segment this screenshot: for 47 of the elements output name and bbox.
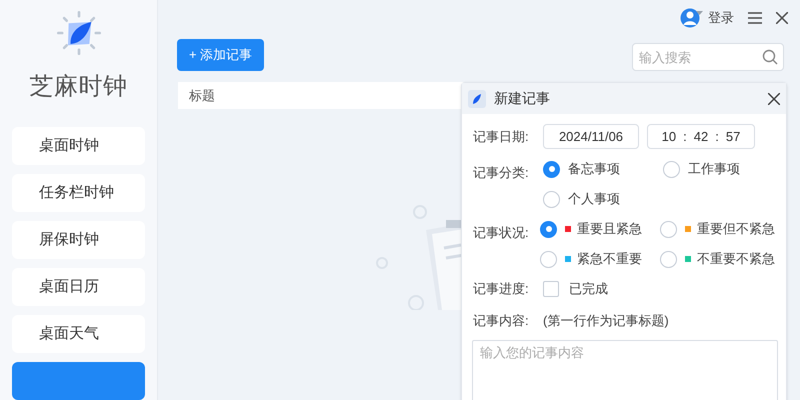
- user-avatar-icon[interactable]: [680, 8, 704, 28]
- search-icon[interactable]: [762, 49, 778, 65]
- hour-value: 10: [662, 128, 676, 146]
- checkbox-label[interactable]: 已完成: [569, 279, 608, 298]
- field-label: 记事日期:: [473, 128, 530, 146]
- field-label: 记事分类:: [473, 164, 530, 182]
- sidebar-item[interactable]: 屏保时钟: [12, 221, 145, 259]
- time-separator: :: [683, 128, 687, 146]
- app-icon: [468, 90, 486, 108]
- time-field[interactable]: 10 : 42 : 57: [647, 124, 755, 149]
- radio-label[interactable]: 工作事项: [688, 159, 740, 179]
- radio-label[interactable]: 紧急不重要: [577, 249, 642, 269]
- radio-label[interactable]: 重要但不紧急: [697, 219, 775, 239]
- app-title: 芝麻时钟: [29, 72, 128, 102]
- time-separator: :: [715, 128, 719, 146]
- second-value: 57: [726, 128, 740, 146]
- minute-value: 42: [694, 128, 708, 146]
- sidebar-item[interactable]: 桌面天气: [12, 315, 145, 353]
- field-label: 记事状况:: [473, 224, 530, 242]
- date-field[interactable]: 2024/11/06: [543, 124, 639, 149]
- checkbox[interactable]: [543, 280, 559, 297]
- field-label: 记事进度:: [473, 280, 530, 298]
- note-content-field[interactable]: 输入您的记事内容: [472, 340, 778, 400]
- radio-button[interactable]: [660, 220, 677, 238]
- radio-label[interactable]: 重要且紧急: [577, 219, 642, 239]
- radio-button[interactable]: [540, 220, 557, 238]
- radio-label[interactable]: 个人事项: [568, 189, 620, 209]
- login-link[interactable]: 登录: [708, 8, 734, 28]
- radio-button[interactable]: [543, 160, 560, 178]
- hint-text: (第一行作为记事标题): [543, 312, 669, 330]
- radio-button[interactable]: [540, 250, 557, 268]
- search-field[interactable]: 输入搜索: [632, 43, 784, 71]
- add-note-button[interactable]: + 添加记事: [177, 39, 264, 71]
- radio-label[interactable]: 不重要不紧急: [697, 249, 775, 269]
- dialog-title: 新建记事: [494, 89, 551, 108]
- close-icon[interactable]: [776, 12, 788, 24]
- field-label: 记事内容:: [473, 312, 530, 330]
- menu-icon[interactable]: [748, 12, 762, 24]
- sidebar-item[interactable]: 桌面时钟: [12, 127, 145, 165]
- sidebar-item[interactable]: 桌面日历: [12, 268, 145, 306]
- sidebar-item[interactable]: 任务栏时钟: [12, 174, 145, 212]
- radio-button[interactable]: [660, 250, 677, 268]
- column-header: 标题: [189, 86, 215, 105]
- radio-label[interactable]: 备忘事项: [568, 159, 620, 179]
- close-icon[interactable]: [768, 92, 780, 104]
- radio-button[interactable]: [663, 160, 680, 178]
- radio-button[interactable]: [543, 190, 560, 208]
